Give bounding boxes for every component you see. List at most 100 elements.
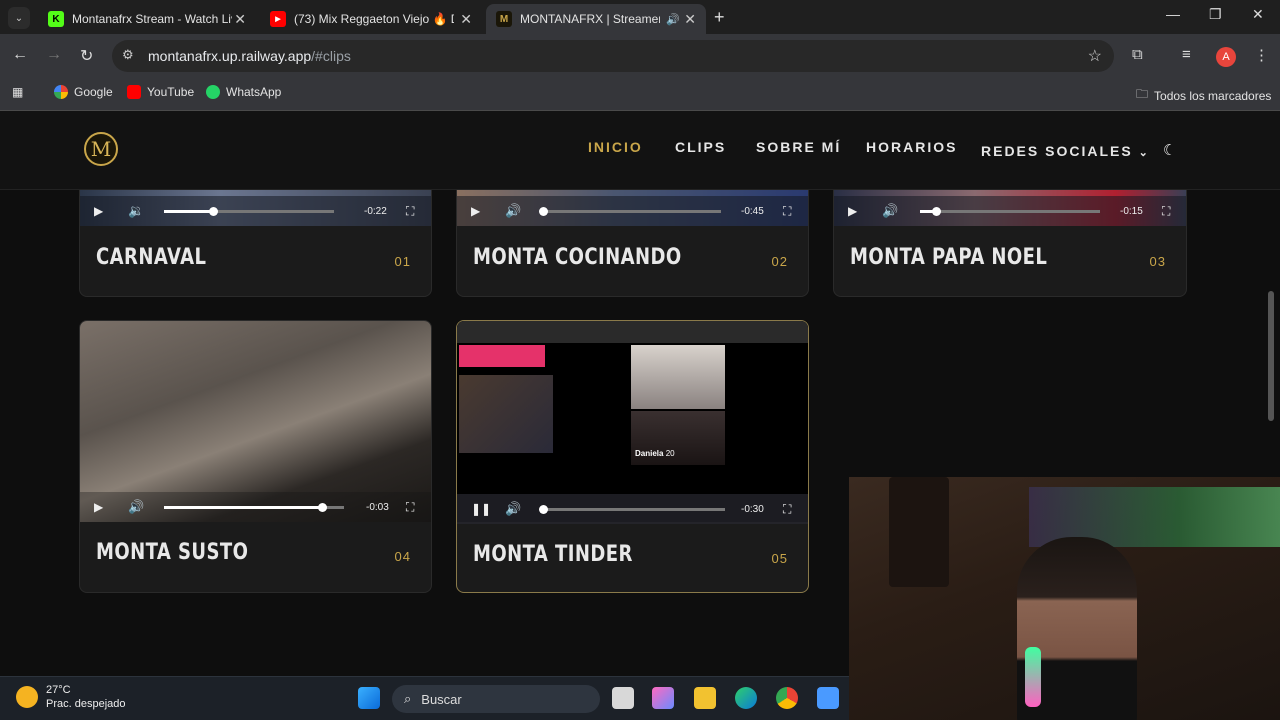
- url-text[interactable]: montanafrx.up.railway.app/#clips: [148, 48, 351, 64]
- pause-icon[interactable]: ❚❚: [471, 502, 491, 516]
- volume-icon[interactable]: 🔊: [505, 501, 521, 517]
- kick-icon: K: [48, 11, 64, 27]
- store-icon[interactable]: [817, 687, 839, 709]
- time-remaining: -0:45: [741, 205, 764, 217]
- search-icon: ⌕: [404, 691, 412, 706]
- apps-icon[interactable]: ▦: [12, 85, 23, 99]
- clip-number: 03: [1149, 254, 1166, 269]
- tab-title: MONTANAFRX | Streamer y: [520, 12, 660, 26]
- close-tab-icon[interactable]: ✕: [234, 11, 246, 28]
- site-logo[interactable]: M: [84, 132, 118, 166]
- edge-icon[interactable]: [735, 687, 757, 709]
- bookmarks-bar: ▦ Google YouTube WhatsApp 🗀 Todos los mar…: [0, 78, 1280, 111]
- volume-icon[interactable]: 🔊: [882, 203, 898, 219]
- profile-photos: [631, 345, 725, 409]
- address-bar[interactable]: ⚙ montanafrx.up.railway.app/#clips ☆: [112, 40, 1114, 72]
- restore-button[interactable]: ❐: [1209, 6, 1222, 23]
- tab-youtube-mix[interactable]: ▶ (73) Mix Reggaeton Viejo 🔥 D ✕: [260, 4, 482, 34]
- windows-start-icon[interactable]: [358, 687, 380, 709]
- nav-inicio[interactable]: INICIO: [588, 139, 643, 155]
- back-icon[interactable]: ←: [12, 46, 28, 64]
- new-tab-button[interactable]: +: [714, 7, 725, 28]
- page-scrollbar[interactable]: [1268, 291, 1274, 421]
- tab-title: Montanafrx Stream - Watch Live: [72, 12, 232, 26]
- seek-bar-3[interactable]: [920, 207, 1100, 216]
- site-info-icon[interactable]: ⚙: [122, 47, 134, 63]
- clip-number: 04: [394, 549, 411, 564]
- embedded-app-header: [459, 345, 545, 367]
- whatsapp-icon: [206, 85, 220, 99]
- fullscreen-icon[interactable]: ⛶: [783, 204, 791, 219]
- close-window-button[interactable]: ✕: [1252, 6, 1264, 23]
- volume-icon[interactable]: 🔊: [128, 499, 144, 515]
- tab-strip: ⌄ K Montanafrx Stream - Watch Live ✕ ▶ (…: [0, 0, 1280, 34]
- bookmark-label: Google: [74, 85, 113, 99]
- volume-icon[interactable]: 🔊: [505, 203, 521, 219]
- bookmark-google[interactable]: Google: [54, 85, 113, 99]
- nav-sobre-mi[interactable]: SOBRE MÍ: [756, 139, 841, 155]
- reload-icon[interactable]: ↻: [80, 46, 93, 66]
- task-view-icon[interactable]: [612, 687, 634, 709]
- forward-icon[interactable]: →: [46, 46, 62, 64]
- weather-widget[interactable]: 27°C Prac. despejado: [16, 683, 126, 711]
- seek-bar-1[interactable]: [164, 207, 334, 216]
- bookmark-youtube[interactable]: YouTube: [127, 85, 194, 99]
- close-tab-icon[interactable]: ✕: [684, 11, 696, 28]
- all-bookmarks-folder[interactable]: 🗀 Todos los marcadores: [1136, 85, 1271, 106]
- close-tab-icon[interactable]: ✕: [460, 11, 472, 28]
- seek-knob[interactable]: [539, 505, 548, 514]
- time-remaining: -0:03: [366, 501, 389, 513]
- clip-number: 02: [771, 254, 788, 269]
- clip-title: MONTA PAPA NOEL: [850, 245, 1048, 270]
- seek-bar-4[interactable]: [164, 503, 344, 512]
- site-header: M INICIO CLIPS SOBRE MÍ HORARIOS REDES S…: [0, 111, 1280, 190]
- profile-age: 20: [665, 449, 675, 458]
- sun-icon: [16, 686, 38, 708]
- bookmark-label: Todos los marcadores: [1154, 88, 1272, 103]
- nav-horarios[interactable]: HORARIOS: [866, 139, 957, 155]
- seek-knob[interactable]: [318, 503, 328, 512]
- menu-icon[interactable]: ⋮: [1254, 46, 1269, 64]
- clip-title: CARNAVAL: [96, 245, 207, 270]
- volume-icon[interactable]: 🔉: [128, 203, 144, 219]
- audio-playing-icon[interactable]: 🔊: [666, 13, 680, 26]
- file-explorer-icon[interactable]: [694, 687, 716, 709]
- nav-redes-sociales[interactable]: REDES SOCIALES ⌄: [981, 143, 1150, 159]
- taskbar-search[interactable]: ⌕ Buscar: [392, 685, 600, 713]
- fullscreen-icon[interactable]: ⛶: [406, 500, 414, 515]
- seek-knob[interactable]: [539, 207, 548, 216]
- bookmark-star-icon[interactable]: ☆: [1088, 46, 1102, 66]
- video-controls: ▶ 🔊 -0:03 ⛶: [80, 492, 431, 522]
- weather-condition: Prac. despejado: [46, 698, 126, 710]
- play-icon[interactable]: ▶: [94, 500, 103, 514]
- play-icon[interactable]: ▶: [94, 204, 103, 218]
- minimize-button[interactable]: —: [1166, 6, 1180, 22]
- media-control-icon[interactable]: ≡: [1182, 46, 1191, 63]
- clip-video-5[interactable]: Daniela 20: [457, 321, 808, 522]
- seek-bar-5[interactable]: [539, 505, 725, 514]
- fullscreen-icon[interactable]: ⛶: [1162, 204, 1170, 219]
- browser-chrome: ⌄ K Montanafrx Stream - Watch Live ✕ ▶ (…: [0, 0, 1280, 111]
- folder-icon: 🗀: [1136, 87, 1149, 101]
- copilot-icon[interactable]: [652, 687, 674, 709]
- fullscreen-icon[interactable]: ⛶: [406, 204, 414, 219]
- play-icon[interactable]: ▶: [848, 204, 857, 218]
- profile-avatar[interactable]: A: [1216, 47, 1236, 67]
- chrome-icon[interactable]: [776, 687, 798, 709]
- seek-bar-2[interactable]: [539, 207, 721, 216]
- clip-title: MONTA TINDER: [473, 542, 633, 567]
- theme-toggle-moon-icon[interactable]: ☾: [1163, 141, 1176, 159]
- time-remaining: -0:15: [1120, 205, 1143, 217]
- play-icon[interactable]: ▶: [471, 204, 480, 218]
- tab-montanafrx-kick[interactable]: K Montanafrx Stream - Watch Live ✕: [38, 4, 256, 34]
- tab-montanafrx-site[interactable]: M MONTANAFRX | Streamer y 🔊 ✕: [486, 4, 706, 34]
- bookmark-label: YouTube: [147, 85, 195, 99]
- fullscreen-icon[interactable]: ⛶: [783, 502, 791, 517]
- nav-clips[interactable]: CLIPS: [675, 139, 726, 155]
- seek-knob[interactable]: [209, 207, 219, 216]
- tab-search-icon[interactable]: ⌄: [8, 7, 30, 29]
- extensions-icon[interactable]: ⧉: [1132, 46, 1143, 63]
- seek-knob[interactable]: [932, 207, 942, 216]
- bookmark-whatsapp[interactable]: WhatsApp: [206, 85, 281, 99]
- clip-number: 01: [394, 254, 411, 269]
